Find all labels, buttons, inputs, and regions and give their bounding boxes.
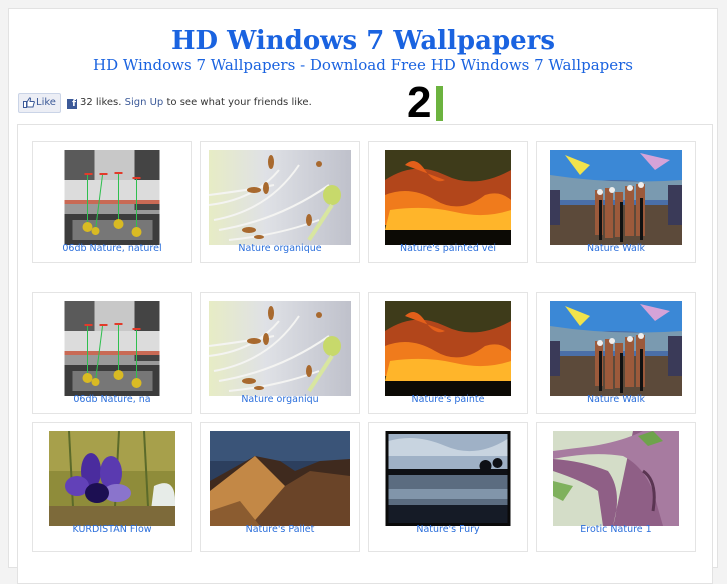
wallpaper-caption-link[interactable]: Erotic Nature 1 (537, 524, 695, 536)
facebook-likes-text: f 32 likes. Sign Up to see what your frie… (67, 97, 312, 109)
wallpaper-thumbnail[interactable] (550, 301, 682, 400)
wallpaper-card[interactable]: Nature organiqu (200, 292, 360, 414)
wallpaper-thumbnail[interactable] (49, 430, 175, 530)
wallpaper-thumbnail[interactable] (385, 150, 511, 249)
wallpaper-card[interactable]: Nature Walk (536, 292, 696, 414)
wallpaper-thumbnail[interactable] (550, 150, 682, 249)
logo-green-bar (436, 86, 443, 121)
friends-text: to see what your friends like. (166, 97, 312, 108)
wallpaper-thumbnail[interactable] (553, 431, 679, 530)
wallpaper-thumbnail[interactable] (385, 431, 511, 530)
wallpaper-card[interactable]: Erotic Nature 1 (536, 422, 696, 552)
wallpaper-thumbnail[interactable] (64, 150, 160, 249)
site-logo[interactable]: 2 (407, 81, 443, 125)
wallpaper-caption-link[interactable]: 06db Nature, na (33, 394, 191, 406)
wallpaper-card[interactable]: Nature's Pallet (200, 422, 360, 552)
wallpaper-caption-link[interactable]: 06db Nature, naturel (33, 243, 191, 255)
wallpaper-caption-link[interactable]: KURDISTAN Flow (33, 524, 191, 536)
wallpaper-card[interactable]: Nature's Fury (368, 422, 528, 552)
wallpaper-thumbnail[interactable] (385, 301, 511, 400)
facebook-like-button[interactable]: Like (18, 93, 61, 113)
page-container: HD Windows 7 Wallpapers HD Windows 7 Wal… (8, 8, 718, 584)
site-subtitle[interactable]: HD Windows 7 Wallpapers - Download Free … (9, 55, 717, 75)
wallpaper-thumbnail[interactable] (64, 301, 160, 400)
signup-link[interactable]: Sign Up (125, 97, 164, 108)
thumbs-up-icon (23, 96, 35, 108)
wallpaper-caption-link[interactable]: Nature Walk (537, 243, 695, 255)
wallpaper-card[interactable]: Nature organique (200, 141, 360, 263)
wallpaper-caption-link[interactable]: Nature organique (201, 243, 359, 255)
wallpaper-thumbnail[interactable] (210, 431, 350, 530)
facebook-icon: f (67, 99, 77, 109)
wallpaper-thumbnail[interactable] (208, 150, 351, 249)
wallpaper-card[interactable]: 06db Nature, na (32, 292, 192, 414)
likes-count: 32 likes. (80, 97, 122, 108)
wallpaper-caption-link[interactable]: Nature's painte (369, 394, 527, 406)
wallpaper-card[interactable]: Nature's painte (368, 292, 528, 414)
wallpaper-card[interactable]: KURDISTAN Flow (32, 422, 192, 552)
wallpaper-caption-link[interactable]: Nature organiqu (201, 394, 359, 406)
gallery-container: 06db Nature, naturel Nature organique Na… (17, 124, 713, 584)
wallpaper-caption-link[interactable]: Nature's Pallet (201, 524, 359, 536)
wallpaper-caption-link[interactable]: Nature's painted vei (369, 243, 527, 255)
wallpaper-caption-link[interactable]: Nature's Fury (369, 524, 527, 536)
wallpaper-caption-link[interactable]: Nature Walk (537, 394, 695, 406)
logo-number: 2 (407, 78, 432, 127)
wallpaper-thumbnail[interactable] (208, 301, 351, 400)
wallpaper-card[interactable]: Nature Walk (536, 141, 696, 263)
like-label: Like (36, 97, 56, 108)
wallpaper-card[interactable]: 06db Nature, naturel (32, 141, 192, 263)
wallpaper-card[interactable]: Nature's painted vei (368, 141, 528, 263)
site-title[interactable]: HD Windows 7 Wallpapers (9, 26, 717, 56)
